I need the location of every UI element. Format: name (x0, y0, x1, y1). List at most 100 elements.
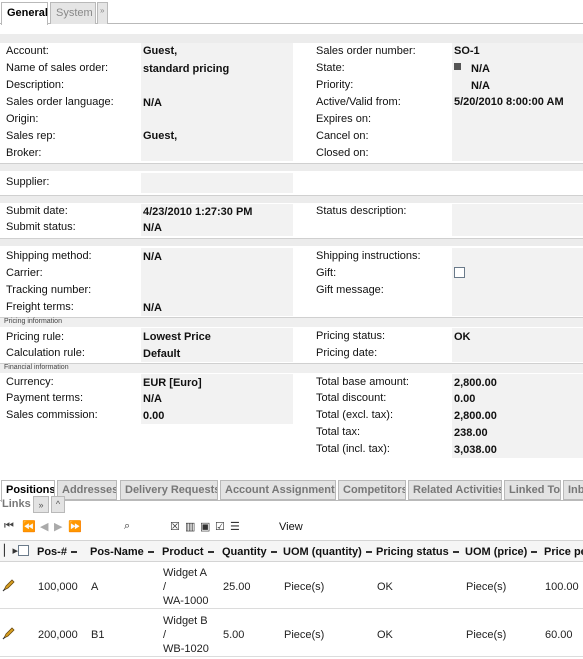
submit-status-value: N/A (143, 222, 162, 234)
row-price: 100.00 (545, 581, 579, 593)
row-product-name[interactable]: Widget B (163, 615, 208, 627)
checklist-icon[interactable]: ☑ (215, 520, 225, 533)
tax-value: 238.00 (454, 427, 488, 439)
search-icon[interactable]: ⌕ (124, 520, 130, 533)
account-label: Account: (6, 45, 49, 57)
tab-addresses[interactable]: Addresses (57, 480, 117, 500)
sort-icon (365, 551, 372, 554)
tab-delivery-requests[interactable]: Delivery Requests (120, 480, 218, 500)
tab-competitors[interactable]: Competitors (338, 480, 406, 500)
col1-value-bg (141, 43, 293, 161)
tab-collapse[interactable]: ^ (51, 496, 65, 513)
separator-band (0, 238, 583, 246)
sort-icon (270, 551, 277, 554)
tab-related-activities[interactable]: Related Activities (408, 480, 502, 500)
header-pricing-status[interactable]: Pricing status (376, 546, 459, 558)
gift-checkbox[interactable] (454, 267, 465, 278)
tab-general[interactable]: General (1, 2, 48, 25)
sort-icon (452, 551, 459, 554)
prev-fast-icon[interactable]: ⏪ (22, 520, 36, 533)
sort-icon (70, 551, 77, 554)
sort-icon (207, 551, 214, 554)
currency-label: Currency: (6, 376, 54, 388)
freight-label: Freight terms: (6, 301, 74, 313)
next-icon[interactable]: ▶ (54, 520, 62, 533)
tab-more[interactable]: » (97, 2, 108, 24)
row-name: B1 (91, 629, 105, 641)
gift-label: Gift: (316, 267, 337, 279)
edit-icon[interactable] (2, 626, 16, 640)
header-uom-quantity[interactable]: UOM (quantity) (283, 546, 372, 558)
tab-links[interactable]: Links (2, 498, 31, 510)
filter-icon[interactable]: ▥ (185, 520, 195, 533)
column-selector-icon[interactable]: ▏▸ (4, 544, 18, 557)
row-price: 60.00 (545, 629, 573, 641)
header-quantity-label: Quantity (222, 546, 267, 558)
tab-inbox[interactable]: Inb (563, 480, 583, 500)
tab-linked-to[interactable]: Linked To (504, 480, 561, 500)
edit-icon[interactable] (2, 578, 16, 592)
header-pricing-status-label: Pricing status (376, 546, 449, 558)
carrier-label: Carrier: (6, 267, 43, 279)
expires-label: Expires on: (316, 113, 372, 125)
header-uom-price[interactable]: UOM (price) (465, 546, 538, 558)
table-row[interactable]: 200,000 B1 Widget B / WB-1020 5.00 Piece… (0, 611, 583, 657)
header-posname-label: Pos-Name (90, 546, 144, 558)
header-quantity[interactable]: Quantity (222, 546, 277, 558)
pricing-value-bg-2 (452, 328, 583, 362)
first-page-icon[interactable]: ⏮ (4, 520, 14, 533)
row-product-name[interactable]: Widget A (163, 567, 207, 579)
select-all-checkbox[interactable] (18, 545, 29, 556)
next-fast-icon[interactable]: ⏩ (68, 520, 82, 533)
prev-icon[interactable]: ◀ (40, 520, 48, 533)
row-pos: 200,000 (38, 629, 78, 641)
header-band (0, 34, 583, 43)
excl-tax-value: 2,800.00 (454, 410, 497, 422)
calc-rule-label: Calculation rule: (6, 347, 85, 359)
state-icon (454, 63, 461, 70)
salesrep-value[interactable]: Guest, (143, 130, 177, 142)
row-product-sep: / (163, 581, 167, 593)
row-name: A (91, 581, 99, 593)
shipping-value-bg (141, 248, 293, 316)
delete-rows-icon[interactable]: ☒ (170, 520, 180, 533)
cancel-label: Cancel on: (316, 130, 369, 142)
header-product[interactable]: Product (162, 546, 214, 558)
name-value: standard pricing (143, 63, 230, 75)
payment-terms-value: N/A (143, 393, 162, 405)
list-icon[interactable]: ☰ (230, 520, 240, 533)
header-price[interactable]: Price pe (544, 546, 583, 558)
state-label: State: (316, 62, 345, 74)
status-desc-label: Status description: (316, 205, 407, 217)
row-uom-quantity: Piece(s) (284, 581, 325, 593)
discount-value: 0.00 (454, 393, 476, 405)
separator-band (0, 195, 583, 203)
row-product-code[interactable]: WA-1000 (163, 595, 208, 607)
sort-icon (531, 551, 538, 554)
supplier-value-bg (141, 173, 293, 193)
so-number-label: Sales order number: (316, 45, 416, 57)
table-row[interactable]: 100,000 A Widget A / WA-1000 25.00 Piece… (0, 563, 583, 609)
tab-more-positions[interactable]: » (33, 496, 49, 513)
view-menu[interactable]: View (279, 521, 303, 533)
description-label: Description: (6, 79, 65, 91)
pricing-rule-value: Lowest Price (143, 331, 211, 343)
header-posname[interactable]: Pos-Name (90, 546, 154, 558)
language-value: N/A (143, 97, 162, 109)
tab-account-assignments[interactable]: Account Assignments (220, 480, 336, 500)
origin-label: Origin: (6, 113, 39, 125)
row-uom-quantity: Piece(s) (284, 629, 325, 641)
pricing-status-value: OK (454, 331, 471, 343)
header-pos[interactable]: Pos-# (37, 546, 77, 558)
commission-label: Sales commission: (6, 409, 98, 421)
row-product-code[interactable]: WB-1020 (163, 643, 209, 655)
save-icon[interactable]: ▣ (200, 520, 210, 533)
account-value[interactable]: Guest, (143, 45, 177, 57)
tax-label: Total tax: (316, 426, 361, 438)
submit-desc-bg (452, 204, 583, 236)
divider (0, 195, 583, 196)
tab-system[interactable]: System (50, 2, 96, 24)
calc-rule-value: Default (143, 348, 181, 360)
pricing-status-label: Pricing status: (316, 330, 386, 342)
separator-band (0, 163, 583, 171)
